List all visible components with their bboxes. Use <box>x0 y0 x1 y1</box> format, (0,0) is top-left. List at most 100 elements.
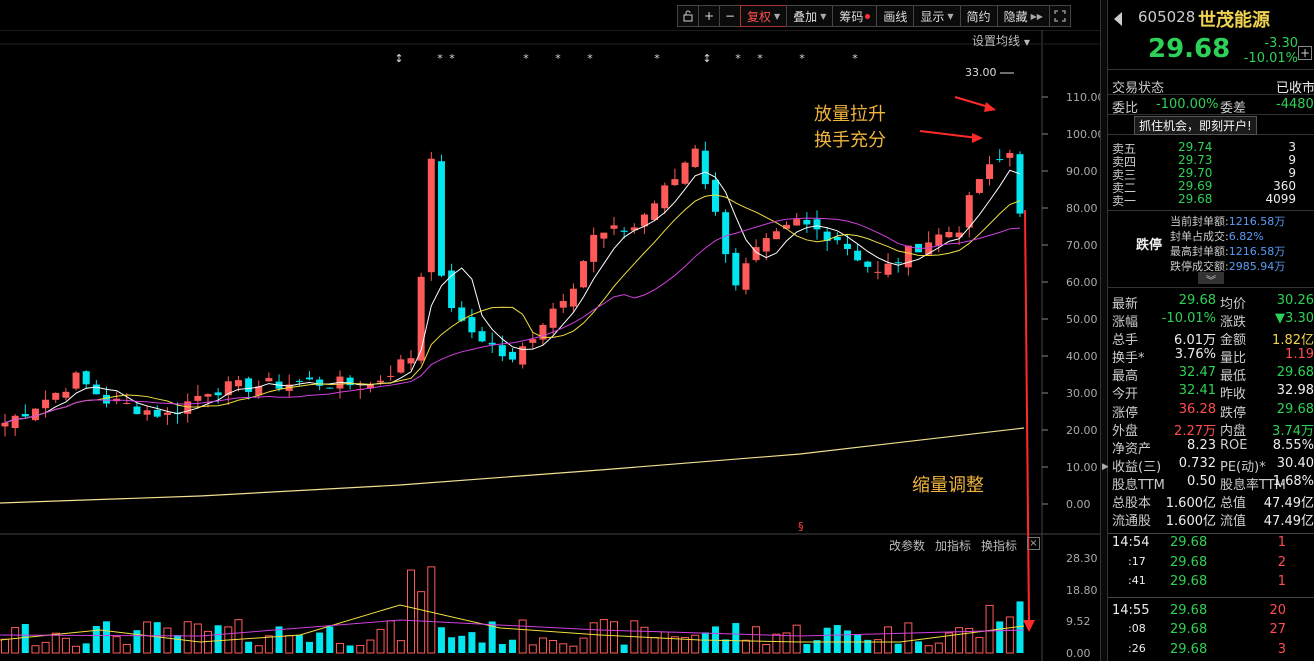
volume-bar-up <box>904 622 913 654</box>
volume-bar-down <box>498 643 506 653</box>
weibi-row: 委比 -100.00% 委差 -4480 <box>1108 95 1314 116</box>
volume-bar-down <box>448 637 456 653</box>
volume-bar-up <box>234 619 243 654</box>
promo-banner[interactable]: 抓住机会，即刻开户! <box>1108 115 1314 135</box>
candle-body-down <box>894 262 902 264</box>
price-tick-label: 50.00 <box>1066 313 1098 326</box>
add-indicator-button[interactable]: 加指标 <box>935 537 971 554</box>
candle-body-up <box>559 301 567 308</box>
tick-volume: 20 <box>1269 602 1286 618</box>
candle-body-up <box>945 231 953 238</box>
chevron-down-icon[interactable]: ︾ <box>1198 272 1224 287</box>
candle-body-down <box>92 384 100 395</box>
tick-time: :41 <box>1128 574 1146 588</box>
promo-text[interactable]: 抓住机会，即刻开户! <box>1134 116 1257 135</box>
weicha-label: 委差 <box>1220 101 1247 116</box>
volume-bar-up <box>366 639 375 654</box>
prev-stock-icon[interactable] <box>1114 12 1122 26</box>
candle-body-up <box>1006 152 1014 158</box>
display-dropdown[interactable]: 显示 ▼ <box>913 5 961 27</box>
tick-row: :41 29.68 1 <box>1108 573 1314 593</box>
ma-setting-label: 设置均线 <box>972 34 1021 48</box>
ma250-line <box>0 427 1025 504</box>
stat-value: 8.23 <box>1187 437 1216 453</box>
chip-button[interactable]: 筹码 <box>832 5 878 27</box>
candle-body-down <box>82 371 90 385</box>
close-icon[interactable]: × <box>1027 537 1040 550</box>
event-marker-icon: * <box>654 52 660 65</box>
volume-bar-up <box>579 637 588 654</box>
expand-tab[interactable]: ︾ <box>1108 272 1314 288</box>
hide-button[interactable]: 隐藏 ▶▶ <box>996 5 1050 27</box>
volume-ma-line <box>0 604 1025 643</box>
tick-time: :08 <box>1128 622 1146 636</box>
stat-value: 30.40 <box>1276 455 1314 471</box>
candle-body-up <box>762 238 770 252</box>
candle-body-down <box>488 342 496 345</box>
add-watchlist-button[interactable]: + <box>1298 46 1312 60</box>
zoom-out-button[interactable]: − <box>719 5 741 27</box>
ask-volume: 360 <box>1273 179 1296 193</box>
edit-params-button[interactable]: 改参数 <box>889 537 925 554</box>
simple-mode-button[interactable]: 简约 <box>959 5 998 27</box>
volume-bar-down <box>468 632 476 653</box>
stock-code: 605028 <box>1138 8 1196 26</box>
ask-price: 29.70 <box>1178 166 1213 180</box>
draw-line-button[interactable]: 画线 <box>876 5 915 27</box>
ma-setting-button[interactable]: 设置均线 ▼ <box>972 32 1030 49</box>
fuquan-dropdown[interactable]: 复权 ▼ <box>740 5 788 27</box>
weicha-value: -4480 <box>1276 97 1314 112</box>
volume-bar-down <box>326 626 334 653</box>
candle-body-up <box>965 195 973 228</box>
volume-bar-up <box>610 621 618 654</box>
annotation-arrowhead <box>984 102 996 112</box>
volume-bar-down <box>915 641 922 653</box>
tick-time: :26 <box>1128 641 1146 655</box>
stat-value: 1.600亿 <box>1165 514 1216 530</box>
volume-bar-up <box>691 634 700 654</box>
change-indicator-button[interactable]: 换指标 <box>981 537 1017 554</box>
limit-stat-row: 最高封单额:1216.58万 <box>1170 243 1285 259</box>
panel-divider[interactable]: ▶ <box>1100 0 1109 661</box>
indicator-tools: 改参数 加指标 换指标 × <box>889 537 1040 554</box>
volume-bar-down <box>275 626 283 653</box>
candle-body-up <box>377 380 385 383</box>
fullscreen-icon[interactable] <box>1048 5 1071 27</box>
stat-value: -10.01% <box>1161 311 1216 327</box>
stat-value: 8.55% <box>1272 437 1314 453</box>
notification-dot-icon <box>865 13 871 19</box>
candle-body-up <box>884 263 892 275</box>
volume-bar-down <box>21 623 29 653</box>
lock-icon[interactable] <box>677 5 699 27</box>
stat-row: 总股本 1.600亿 总值 47.49亿 <box>1108 491 1314 511</box>
volume-bar-down <box>833 625 841 653</box>
ma10-line <box>4 194 1021 424</box>
kline-chart-panel[interactable]: 110.00 100.00 90.00 80.00 70.00 60.00 50.00 40.… <box>0 30 1100 661</box>
volume-bar-up <box>1 638 9 654</box>
volume-bar-up <box>396 640 405 654</box>
candle-body-down <box>21 414 29 417</box>
stat-label: 流通股 <box>1112 514 1152 530</box>
tick-time: :17 <box>1128 554 1146 568</box>
kline-chart[interactable]: 110.00 100.00 90.00 80.00 70.00 60.00 50.00 40.… <box>0 30 1100 661</box>
candle-body-down <box>864 261 872 267</box>
chevron-down-icon: ▼ <box>947 11 954 21</box>
chevron-down-icon: ▼ <box>774 11 781 21</box>
limit-stat-label: 封单占成交: <box>1170 230 1229 243</box>
event-marker-icon: * <box>757 52 763 65</box>
zoom-in-button[interactable]: + <box>698 5 720 27</box>
overlay-dropdown[interactable]: 叠加 ▼ <box>786 5 834 27</box>
stat-row: 收益(三) 0.732 PE(动)* 30.40 <box>1108 455 1314 475</box>
event-marker-icon: * <box>523 52 529 65</box>
volume-bar-down <box>316 632 324 653</box>
volume-bar-up <box>569 645 578 654</box>
candle-body-down <box>509 351 516 360</box>
event-marker-icon: * <box>852 52 858 65</box>
fuquan-label: 复权 <box>747 9 772 24</box>
candle-body-up <box>407 358 415 364</box>
volume-ma-line <box>0 619 1025 637</box>
candle-body-up <box>600 232 608 239</box>
stat-value: 32.47 <box>1178 365 1216 381</box>
chip-label: 筹码 <box>839 9 864 24</box>
price-tick-label: 70.00 <box>1066 239 1098 252</box>
